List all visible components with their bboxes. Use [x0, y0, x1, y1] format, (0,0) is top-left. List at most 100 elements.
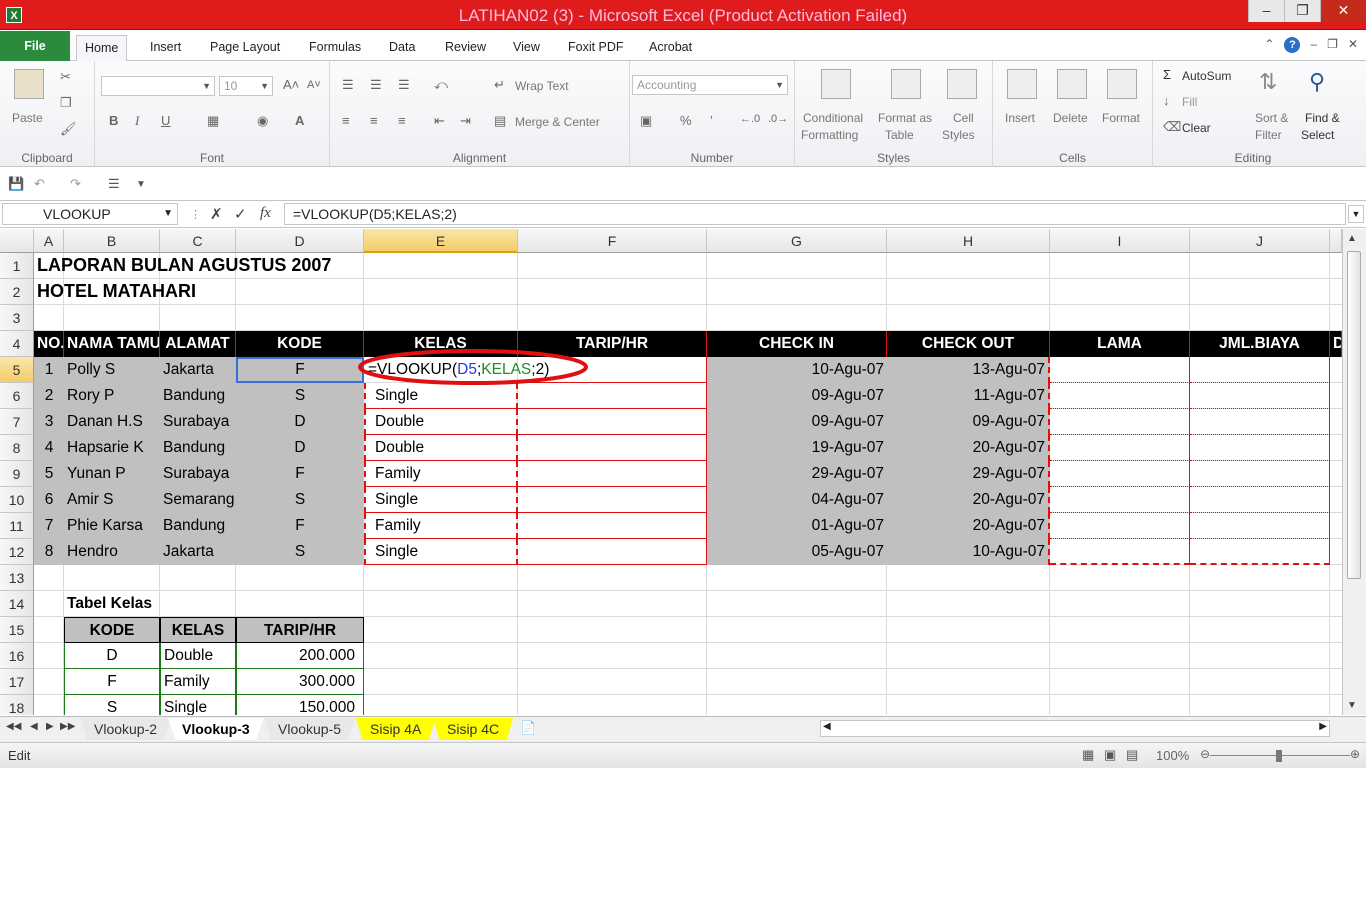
tab-page-layout[interactable]: Page Layout — [202, 35, 288, 61]
column-header-d[interactable]: D — [236, 229, 364, 253]
cell-check-in[interactable]: 09-Agu-07 — [707, 383, 887, 409]
cell-no[interactable]: 1 — [34, 357, 64, 383]
currency-icon[interactable]: ▣ — [640, 113, 652, 129]
undo-icon[interactable]: ↶ — [34, 176, 45, 192]
cell-tarip[interactable] — [518, 383, 707, 409]
align-center-icon[interactable]: ≡ — [370, 113, 378, 128]
cell-kode[interactable]: F — [236, 357, 364, 383]
tab-review[interactable]: Review — [437, 35, 494, 61]
cell-alamat[interactable]: Surabaya — [160, 461, 236, 487]
wrap-text-icon[interactable]: ↵ — [494, 77, 505, 93]
lookup-kelas[interactable]: Family — [160, 669, 236, 695]
format-cells-icon[interactable] — [1107, 69, 1137, 99]
cell-check-in[interactable]: 09-Agu-07 — [707, 409, 887, 435]
tab-file[interactable]: File — [0, 31, 70, 61]
row-header[interactable]: 13 — [0, 565, 34, 591]
sort-filter-label-2[interactable]: Filter — [1255, 128, 1282, 142]
minimize-icon[interactable]: – — [1248, 0, 1284, 22]
zoom-level[interactable]: 100% — [1156, 748, 1189, 763]
merge-center-button[interactable]: Merge & Center — [515, 115, 600, 129]
cell-alamat[interactable]: Surabaya — [160, 409, 236, 435]
table-header-cell[interactable]: JML.BIAYA — [1190, 331, 1330, 357]
tab-foxit-pdf[interactable]: Foxit PDF — [560, 35, 632, 61]
decrease-decimal-icon[interactable]: .0→ — [768, 113, 788, 125]
column-header-a[interactable]: A — [34, 229, 64, 253]
format-painter-icon[interactable]: 🖌 — [60, 121, 77, 137]
table-header-cell[interactable]: KELAS — [364, 331, 518, 357]
column-header-k[interactable] — [1330, 229, 1342, 253]
column-header-g[interactable]: G — [707, 229, 887, 253]
cell-check-in[interactable]: 29-Agu-07 — [707, 461, 887, 487]
find-select-label-1[interactable]: Find & — [1305, 111, 1340, 125]
lookup-kode[interactable]: D — [64, 643, 160, 669]
cell-no[interactable]: 8 — [34, 539, 64, 565]
align-bottom-icon[interactable]: ☰ — [398, 77, 410, 93]
column-header-c[interactable]: C — [160, 229, 236, 253]
lookup-header-cell[interactable]: TARIP/HR — [236, 617, 364, 643]
cell-check-in[interactable]: 04-Agu-07 — [707, 487, 887, 513]
sheet-tab-sisip-4a[interactable]: Sisip 4A — [356, 718, 436, 740]
cell-nama[interactable]: Danan H.S — [64, 409, 160, 435]
maximize-icon[interactable]: ❐ — [1284, 0, 1320, 22]
workbook-restore-icon[interactable]: ❐ — [1327, 37, 1338, 53]
tab-home[interactable]: Home — [76, 35, 128, 61]
table-header-cell[interactable]: CHECK OUT — [887, 331, 1050, 357]
lookup-tarip[interactable]: 150.000 — [236, 695, 364, 715]
normal-view-icon[interactable]: ▦ — [1082, 747, 1094, 763]
cell-check-out[interactable]: 20-Agu-07 — [887, 487, 1050, 513]
paste-button[interactable]: Paste — [12, 111, 43, 125]
delete-cells-icon[interactable] — [1057, 69, 1087, 99]
cell-tarip[interactable] — [518, 487, 707, 513]
cell-lama[interactable] — [1050, 357, 1190, 383]
cell-lama[interactable] — [1050, 383, 1190, 409]
customize-qat-icon[interactable]: ▼ — [136, 179, 146, 190]
scroll-thumb[interactable] — [1347, 251, 1361, 579]
cell-jml-biaya[interactable] — [1190, 539, 1330, 565]
cell-jml-biaya[interactable] — [1190, 435, 1330, 461]
cell-nama[interactable]: Hapsarie K — [64, 435, 160, 461]
cell-lama[interactable] — [1050, 409, 1190, 435]
next-sheet-icon[interactable]: ▶ — [46, 721, 54, 732]
cell-no[interactable]: 6 — [34, 487, 64, 513]
autosum-button[interactable]: AutoSum — [1182, 69, 1231, 83]
scroll-left-icon[interactable]: ◀ — [823, 721, 831, 732]
merge-center-icon[interactable]: ▤ — [494, 113, 506, 129]
minimize-ribbon-icon[interactable]: ⌃ — [1264, 37, 1274, 53]
row-header[interactable]: 8 — [0, 435, 34, 461]
table-header-cell[interactable]: D — [1330, 331, 1342, 357]
decrease-indent-icon[interactable]: ⇤ — [434, 113, 445, 129]
formula-input[interactable]: =VLOOKUP(D5;KELAS;2) — [284, 203, 1346, 225]
cell-jml-biaya[interactable] — [1190, 487, 1330, 513]
column-header-j[interactable]: J — [1190, 229, 1330, 253]
lookup-kelas[interactable]: Double — [160, 643, 236, 669]
percent-button[interactable]: % — [680, 113, 692, 128]
conditional-formatting-label-2[interactable]: Formatting — [801, 128, 858, 142]
row-header[interactable]: 15 — [0, 617, 34, 643]
cell-kode[interactable]: S — [236, 383, 364, 409]
cell-lama[interactable] — [1050, 487, 1190, 513]
shrink-font-icon[interactable]: A˅ — [307, 79, 321, 91]
italic-button[interactable]: I — [135, 113, 139, 129]
cell-tarip[interactable] — [518, 513, 707, 539]
horizontal-scrollbar[interactable]: ◀ ▶ — [820, 720, 1330, 737]
cell-tarip[interactable] — [518, 409, 707, 435]
cell-check-out[interactable]: 20-Agu-07 — [887, 513, 1050, 539]
orientation-icon[interactable]: ⤺ — [434, 77, 448, 93]
delete-cells-button[interactable]: Delete — [1053, 111, 1088, 125]
workbook-minimize-icon[interactable]: – — [1310, 37, 1317, 53]
row-header[interactable]: 6 — [0, 383, 34, 409]
sheet-tab-vlookup-5[interactable]: Vlookup-5 — [264, 718, 356, 740]
lookup-kode[interactable]: F — [64, 669, 160, 695]
cell-check-out[interactable]: 10-Agu-07 — [887, 539, 1050, 565]
cancel-icon[interactable]: ✗ — [210, 205, 223, 223]
row-header[interactable]: 4 — [0, 331, 34, 357]
column-header-i[interactable]: I — [1050, 229, 1190, 253]
format-as-table-icon[interactable] — [891, 69, 921, 99]
cell-alamat[interactable]: Bandung — [160, 435, 236, 461]
cell-no[interactable]: 4 — [34, 435, 64, 461]
cell-check-in[interactable]: 10-Agu-07 — [707, 357, 887, 383]
cell-check-in[interactable]: 01-Agu-07 — [707, 513, 887, 539]
select-all-corner[interactable] — [0, 229, 34, 253]
cell-jml-biaya[interactable] — [1190, 383, 1330, 409]
lookup-header-cell[interactable]: KELAS — [160, 617, 236, 643]
